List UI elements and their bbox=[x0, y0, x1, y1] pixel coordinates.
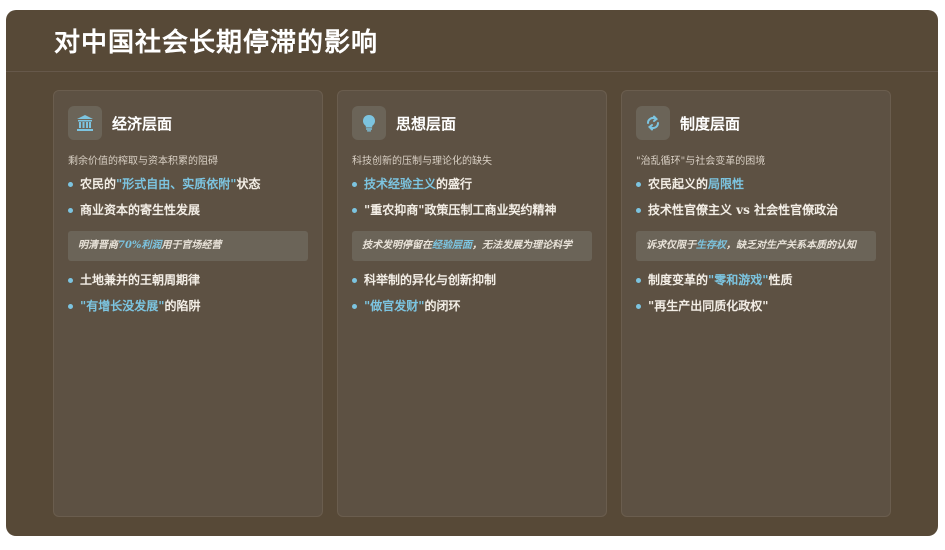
card-title: 经济层面 bbox=[112, 114, 173, 133]
bullet-item: 农民起义的局限性 bbox=[636, 177, 876, 203]
lightbulb-icon bbox=[352, 106, 386, 140]
card-subtitle: "治乱循环"与社会变革的困境 bbox=[636, 156, 766, 167]
bullet-item: "做官发财"的闭环 bbox=[352, 299, 592, 325]
callout: 诉求仅限于生存权，缺乏对生产关系本质的认知 bbox=[636, 231, 876, 261]
card-row: 经济层面 剩余价值的榨取与资本积累的阻碍 农民的"形式自由、实质依附"状态 商业… bbox=[53, 90, 891, 517]
bullet-item: 土地兼并的王朝周期律 bbox=[68, 273, 308, 299]
bullet-item: 科举制的异化与创新抑制 bbox=[352, 273, 592, 299]
bullet-item: 制度变革的"零和游戏"性质 bbox=[636, 273, 876, 299]
bullet-item: 农民的"形式自由、实质依附"状态 bbox=[68, 177, 308, 203]
card-title: 制度层面 bbox=[680, 114, 741, 133]
card-header: 经济层面 bbox=[68, 105, 308, 141]
card-institution: 制度层面 "治乱循环"与社会变革的困境 农民起义的局限性 技术性官僚主义 vs … bbox=[621, 90, 891, 517]
cycle-arrows-icon bbox=[636, 106, 670, 140]
page-title: 对中国社会长期停滞的影响 bbox=[54, 28, 379, 58]
card-subtitle: 剩余价值的榨取与资本积累的阻碍 bbox=[68, 156, 218, 167]
bullet-item: 技术经验主义的盛行 bbox=[352, 177, 592, 203]
bullet-item: "有增长没发展"的陷阱 bbox=[68, 299, 308, 325]
slide: 对中国社会长期停滞的影响 经济层面 剩余价值的榨取与资本积累的阻碍 农民的"形式… bbox=[6, 10, 938, 536]
card-header: 制度层面 bbox=[636, 105, 876, 141]
card-subtitle: 科技创新的压制与理论化的缺失 bbox=[352, 156, 492, 167]
bullet-item: "重农抑商"政策压制工商业契约精神 bbox=[352, 203, 592, 229]
callout: 技术发明停留在经验层面，无法发展为理论科学 bbox=[352, 231, 592, 261]
header: 对中国社会长期停滞的影响 bbox=[6, 10, 938, 72]
bullet-item: 技术性官僚主义 vs 社会性官僚政治 bbox=[636, 203, 876, 229]
bullet-item: "再生产出同质化政权" bbox=[636, 299, 876, 325]
bank-icon bbox=[68, 106, 102, 140]
bullet-item: 商业资本的寄生性发展 bbox=[68, 203, 308, 229]
card-title: 思想层面 bbox=[396, 114, 457, 133]
callout: 明清晋商70%利润用于官场经营 bbox=[68, 231, 308, 261]
card-economic: 经济层面 剩余价值的榨取与资本积累的阻碍 农民的"形式自由、实质依附"状态 商业… bbox=[53, 90, 323, 517]
card-ideology: 思想层面 科技创新的压制与理论化的缺失 技术经验主义的盛行 "重农抑商"政策压制… bbox=[337, 90, 607, 517]
card-header: 思想层面 bbox=[352, 105, 592, 141]
